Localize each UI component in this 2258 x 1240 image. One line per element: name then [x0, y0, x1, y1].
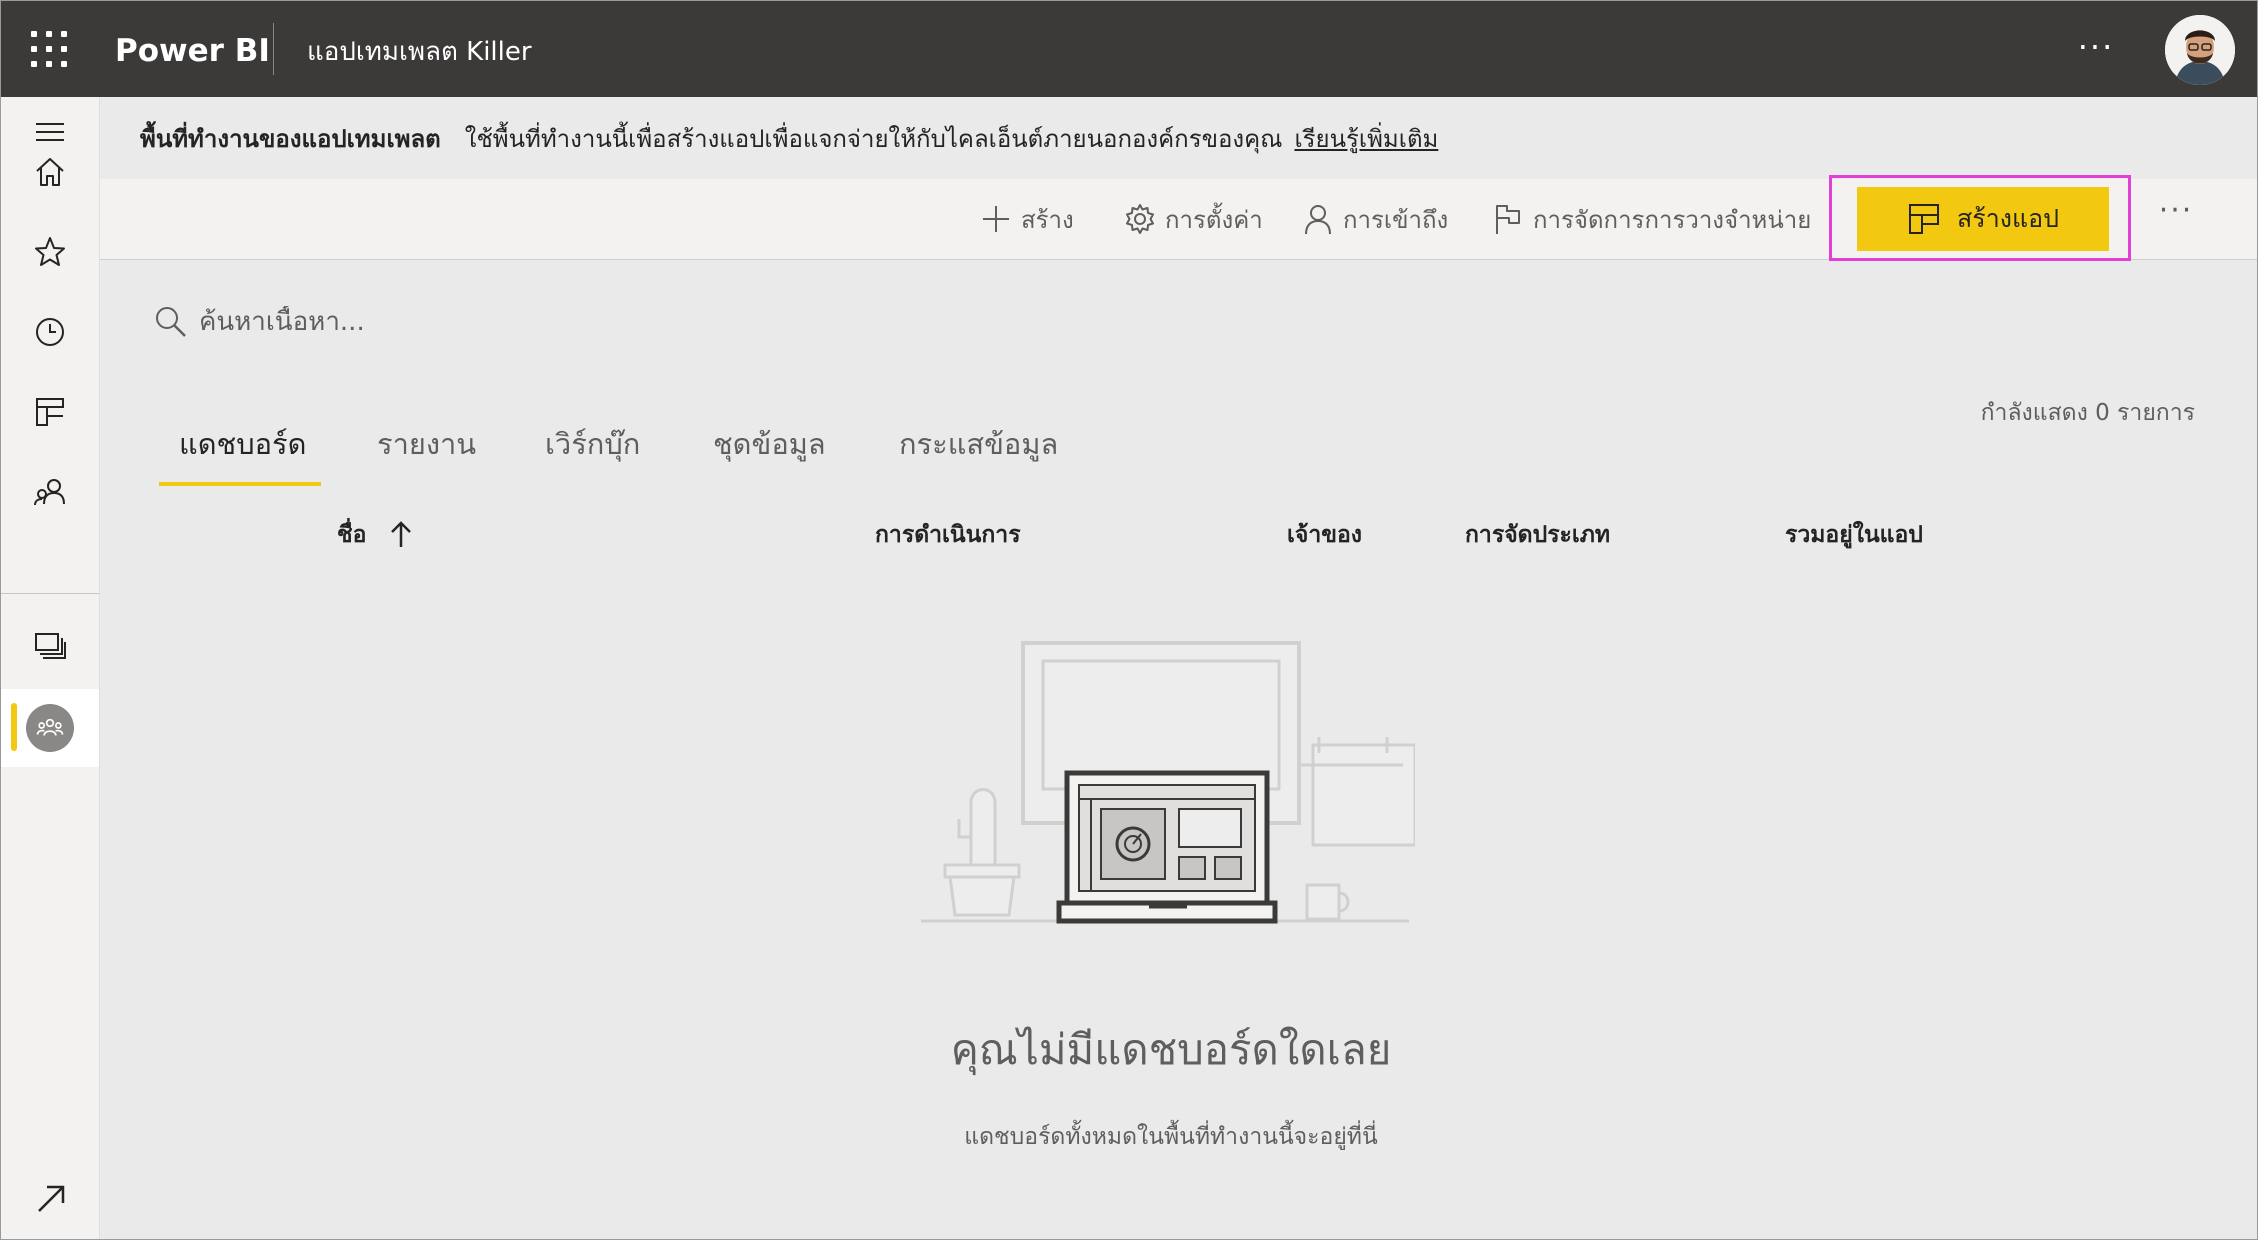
person-icon — [1305, 205, 1331, 235]
active-tab-indicator — [159, 482, 321, 486]
brand-name[interactable]: Power BI — [115, 31, 270, 71]
app-launcher-icon[interactable] — [31, 31, 67, 67]
column-owner[interactable]: เจ้าของ — [1287, 517, 1362, 553]
learn-more-link[interactable]: เรียนรู้เพิ่มเติม — [1294, 119, 1438, 158]
banner-title: พื้นที่ทำงานของแอปเทมเพลต — [140, 124, 441, 153]
workspaces-icon[interactable] — [1, 611, 99, 681]
left-nav — [1, 97, 100, 1239]
top-more-button[interactable]: ··· — [2061, 27, 2131, 73]
workspace-title: แอปเทมเพลต Killer — [307, 37, 532, 67]
nav-divider — [1, 593, 99, 594]
top-bar: Power BI แอปเทมเพลต Killer ··· — [1, 1, 2257, 97]
shared-icon[interactable] — [1, 457, 99, 527]
release-management-label: การจัดการการวางจำหน่าย — [1533, 205, 1812, 234]
flag-icon — [1496, 205, 1520, 234]
banner-description: ใช้พื้นที่ทำงานนี้เพื่อสร้างแอปเพื่อแจกจ… — [464, 124, 1283, 153]
access-label: การเข้าถึง — [1343, 205, 1449, 234]
gear-icon — [1126, 204, 1154, 234]
empty-state-title: คุณไม่มีแดชบอร์ดใดเลย — [950, 1025, 1392, 1074]
search-input[interactable] — [197, 306, 801, 338]
action-more-button[interactable]: ··· — [2151, 193, 2201, 233]
tab-datasets[interactable]: ชุดข้อมูล — [713, 421, 826, 481]
avatar-photo-icon — [2165, 15, 2235, 85]
info-banner: พื้นที่ทำงานของแอปเทมเพลต ใช้พื้นที่ทำงา… — [100, 97, 2257, 179]
access-button[interactable]: การเข้าถึง — [1301, 199, 1448, 239]
app-icon — [1909, 204, 1940, 234]
settings-button[interactable]: การตั้งค่า — [1123, 199, 1263, 239]
expand-icon[interactable] — [33, 1181, 69, 1217]
tab-reports[interactable]: รายงาน — [377, 421, 476, 481]
release-management-button[interactable]: การจัดการการวางจำหน่าย — [1491, 199, 1811, 239]
settings-label: การตั้งค่า — [1165, 205, 1263, 234]
create-app-button[interactable]: สร้างแอป — [1857, 187, 2109, 251]
create-label: สร้าง — [1021, 205, 1074, 234]
tab-dataflows[interactable]: กระแสข้อมูล — [899, 421, 1058, 481]
create-button[interactable]: สร้าง — [979, 199, 1074, 239]
window-frame: Power BI แอปเทมเพลต Killer ··· พื้นที่ทำ… — [0, 0, 2258, 1240]
empty-dashboard-illustration — [921, 641, 1415, 924]
avatar[interactable] — [2165, 15, 2235, 85]
workspace-icon[interactable] — [1, 689, 99, 767]
workspace-avatar — [26, 704, 74, 752]
top-divider — [273, 23, 274, 75]
item-count: กำลังแสดง 0 รายการ — [1980, 400, 2195, 426]
create-app-label: สร้างแอป — [1957, 204, 2059, 233]
search-icon — [156, 307, 186, 337]
apps-icon[interactable] — [1, 377, 99, 447]
sort-ascending-icon[interactable] — [387, 519, 415, 551]
active-indicator — [11, 703, 17, 751]
column-actions: การดำเนินการ — [875, 522, 1021, 548]
star-icon[interactable] — [1, 217, 99, 287]
column-included-in-app[interactable]: รวมอยู่ในแอป — [1785, 517, 1923, 553]
column-name[interactable]: ชื่อ — [337, 517, 366, 553]
empty-state-subtitle: แดชบอร์ดทั้งหมดในพื้นที่ทำงานนี้จะอยู่ที… — [964, 1124, 1378, 1150]
tab-dashboards[interactable]: แดชบอร์ด — [179, 421, 306, 481]
column-classification[interactable]: การจัดประเภท — [1465, 517, 1610, 553]
home-icon[interactable] — [1, 137, 99, 207]
clock-icon[interactable] — [1, 297, 99, 367]
plus-icon — [983, 206, 1009, 232]
search-box — [153, 297, 853, 347]
tab-workbooks[interactable]: เวิร์กบุ๊ก — [545, 421, 640, 481]
